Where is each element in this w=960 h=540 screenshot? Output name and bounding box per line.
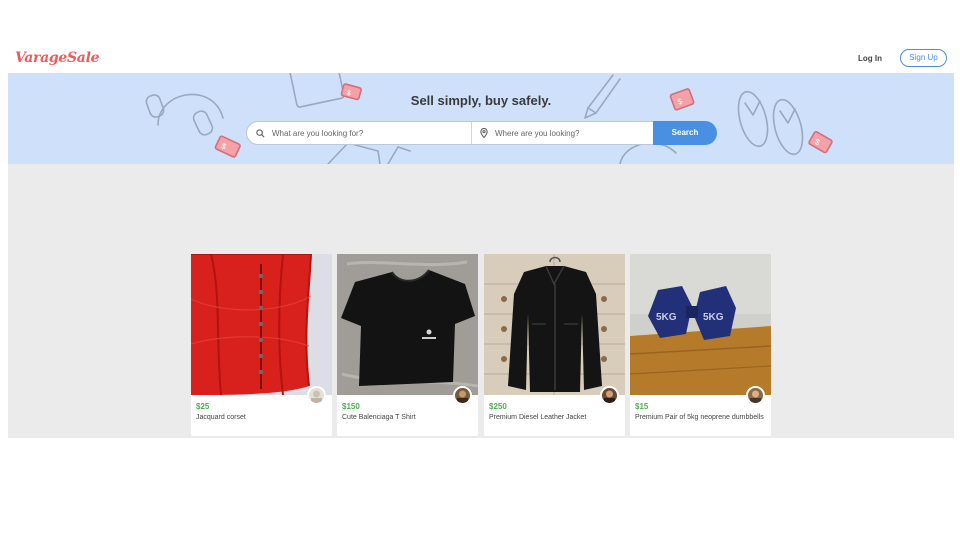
varagesale-logo[interactable]: VarageSale bbox=[15, 50, 100, 66]
hero-doodle-illustrations: $ $ $ $ bbox=[145, 73, 833, 164]
listing-price: $25 bbox=[196, 402, 210, 411]
what-search-placeholder: What are you looking for? bbox=[272, 128, 364, 138]
seller-avatar[interactable] bbox=[746, 386, 765, 405]
search-field-divider bbox=[471, 122, 472, 144]
location-search-input[interactable]: Where are you looking? bbox=[480, 122, 650, 144]
search-button[interactable]: Search bbox=[653, 121, 717, 145]
search-bar: What are you looking for? Where are you … bbox=[246, 121, 717, 145]
hero-banner: $ $ $ $ Sell simply, buy safely. What ar… bbox=[8, 73, 954, 164]
dumbbell-right-label: 5KG bbox=[703, 312, 724, 323]
seller-avatar[interactable] bbox=[453, 386, 472, 405]
top-navigation-bar: VarageSale Log In Sign Up bbox=[0, 40, 960, 74]
listing-photo[interactable] bbox=[191, 254, 332, 395]
location-pin-icon bbox=[480, 128, 488, 138]
listing-title[interactable]: Premium Diesel Leather Jacket bbox=[489, 413, 621, 422]
listing-title[interactable]: Jacquard corset bbox=[196, 413, 328, 422]
dumbbell-left-label: 5KG bbox=[656, 312, 677, 323]
listing-price: $150 bbox=[342, 402, 360, 411]
login-link[interactable]: Log In bbox=[858, 54, 882, 63]
listing-price: $250 bbox=[489, 402, 507, 411]
listing-title[interactable]: Cute Balenciaga T Shirt bbox=[342, 413, 474, 422]
listing-card[interactable]: $25 Jacquard corset bbox=[191, 254, 332, 436]
search-icon bbox=[256, 128, 265, 138]
listing-card[interactable]: 5KG 5KG $15 Premium Pair of 5kg neoprene… bbox=[630, 254, 771, 436]
what-search-input[interactable]: What are you looking for? bbox=[256, 122, 468, 144]
listing-card[interactable]: $250 Premium Diesel Leather Jacket bbox=[484, 254, 625, 436]
signup-button[interactable]: Sign Up bbox=[900, 49, 947, 67]
listing-card[interactable]: $150 Cute Balenciaga T Shirt bbox=[337, 254, 478, 436]
listing-photo[interactable]: 5KG 5KG bbox=[630, 254, 771, 395]
location-search-placeholder: Where are you looking? bbox=[495, 128, 580, 138]
listings-area: $25 Jacquard corset $150 Cute Balenciaga… bbox=[8, 164, 954, 438]
listing-price: $15 bbox=[635, 402, 649, 411]
seller-avatar[interactable] bbox=[307, 386, 326, 405]
listing-photo[interactable] bbox=[484, 254, 625, 395]
seller-avatar[interactable] bbox=[600, 386, 619, 405]
listing-title[interactable]: Premium Pair of 5kg neoprene dumbbells bbox=[635, 413, 767, 422]
hero-tagline: Sell simply, buy safely. bbox=[410, 93, 552, 108]
listing-photo[interactable] bbox=[337, 254, 478, 395]
